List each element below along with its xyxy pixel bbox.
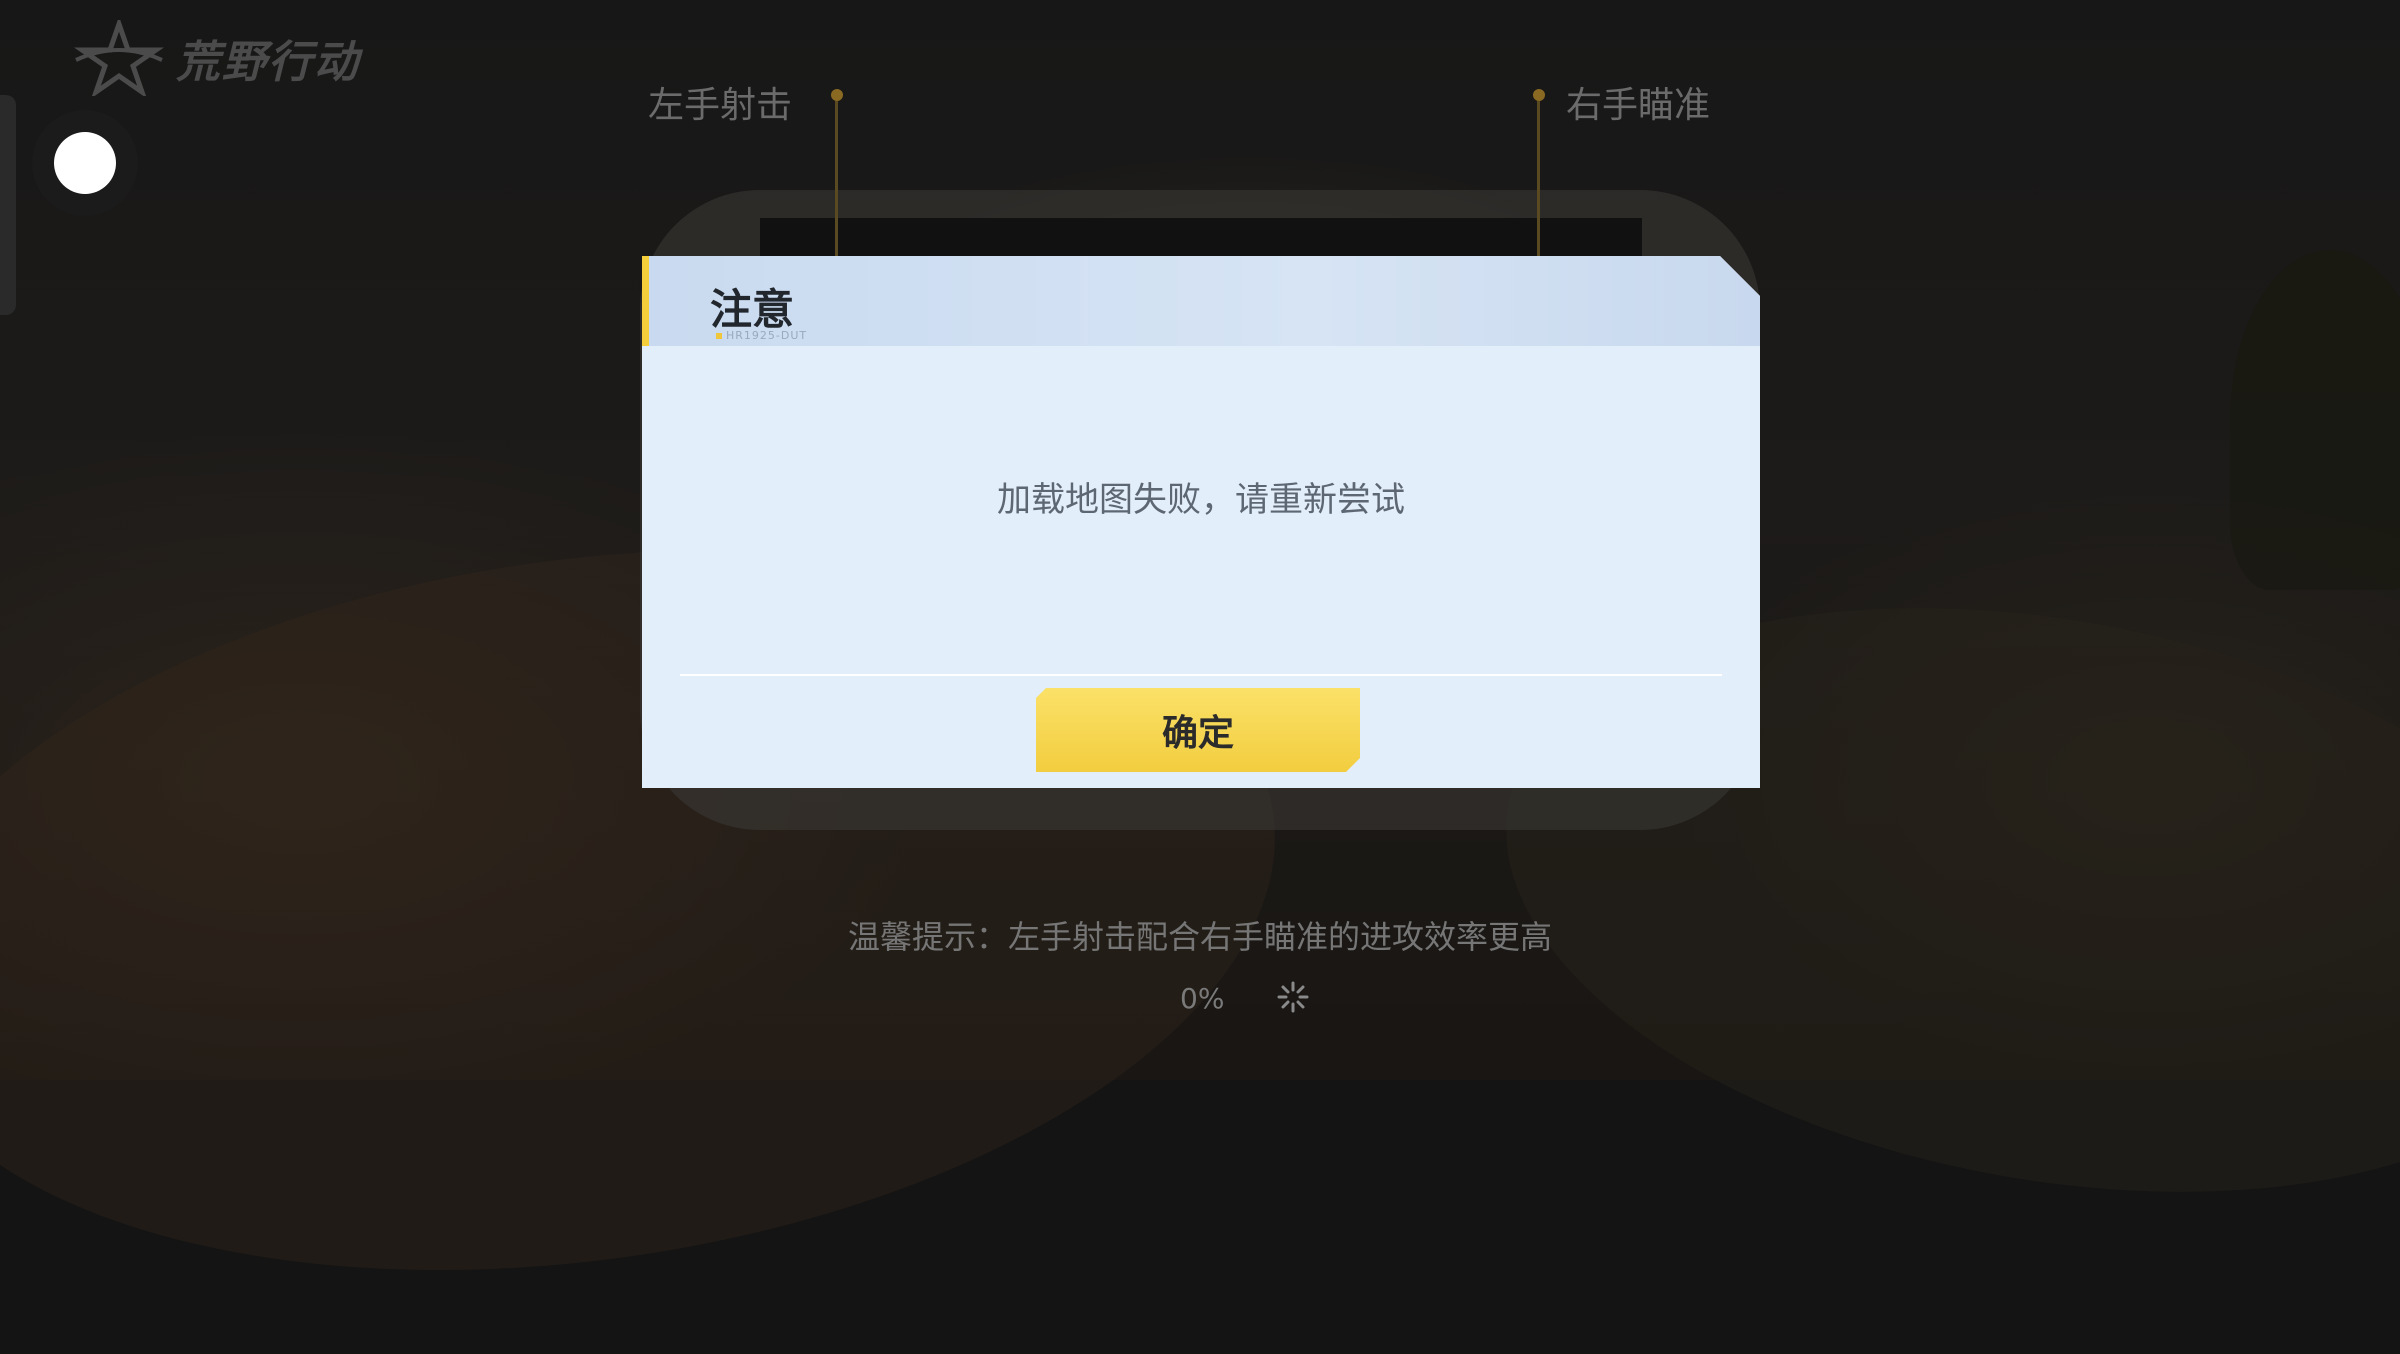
star-emblem-icon — [74, 20, 164, 96]
game-logo: 荒野行动 — [72, 20, 360, 96]
left-label-dot — [831, 89, 843, 101]
dialog-subcode-text: HR1925-DUT — [726, 329, 808, 342]
loading-progress: 0% — [1180, 982, 1225, 1015]
dialog-header — [642, 256, 1760, 346]
right-hand-label: 右手瞄准 — [1566, 85, 1711, 126]
logo-text: 荒野行动 — [176, 37, 360, 88]
dialog-subcode: HR1925-DUT — [716, 329, 807, 342]
dialog-accent-bar — [642, 256, 649, 346]
right-label-dot — [1533, 89, 1545, 101]
side-drawer-handle[interactable] — [0, 95, 16, 315]
confirm-button[interactable]: 确定 — [1036, 688, 1360, 772]
floating-ball-button[interactable] — [32, 110, 138, 216]
loading-tip: 温馨提示：左手射击配合右手瞄准的进攻效率更高 — [847, 918, 1552, 956]
dialog-title: 注意 — [710, 285, 795, 334]
floating-ball-icon — [54, 132, 116, 194]
dialog-message: 加载地图失败，请重新尝试 — [997, 480, 1405, 520]
loading-spinner-icon — [1277, 981, 1309, 1013]
error-dialog: 注意 HR1925-DUT 加载地图失败，请重新尝试 确定 — [642, 256, 1760, 788]
dialog-divider — [680, 674, 1722, 676]
left-hand-label: 左手射击 — [648, 85, 793, 126]
right-label-connector — [1537, 101, 1540, 261]
left-label-connector — [835, 101, 838, 261]
